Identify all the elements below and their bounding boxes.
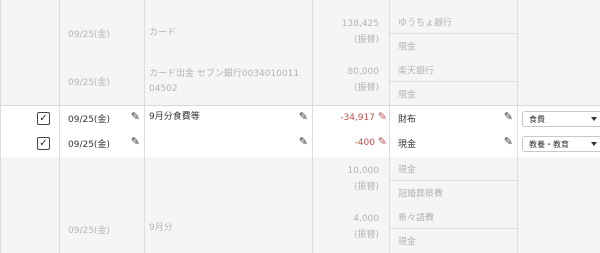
edit-description-pencil-icon[interactable]: ✎: [299, 135, 308, 148]
chevron-down-icon: [591, 117, 597, 121]
table-row[interactable]: 09/25(金) カード 138,425 (振替) ゆうちょ銀行 現金: [0, 10, 600, 58]
edit-date-pencil-icon[interactable]: ✎: [131, 135, 140, 148]
table-row[interactable]: 10,000 (振替) 現金 冠婚葬祭費: [0, 157, 600, 205]
row-checkbox[interactable]: ✓: [37, 137, 50, 150]
table-row[interactable]: 09/25(金) 9月分 4,000 (振替) 希々語費 現金: [0, 205, 600, 253]
amount-text: 80,000: [347, 67, 380, 77]
edit-date-pencil-icon[interactable]: ✎: [131, 110, 140, 123]
chevron-down-icon: [591, 142, 597, 146]
edit-amount-pencil-icon[interactable]: ✎: [378, 110, 387, 123]
edit-description-pencil-icon[interactable]: ✎: [299, 110, 308, 123]
category-value: 食費: [529, 115, 545, 124]
account-to: 現金: [398, 90, 417, 101]
date-text: 09/25(金): [68, 78, 110, 88]
date-text: 09/25(金): [68, 115, 110, 125]
transfer-label: (振替): [353, 182, 379, 192]
table-row[interactable]: ✓ 09/25(金) ✎ 9月分食費等 ✎ -34,917 ✎ 財布 ✎ 食費: [0, 105, 600, 133]
account-text: 財布: [398, 115, 417, 125]
row-checkbox[interactable]: ✓: [37, 112, 50, 125]
account-from: ゆうちょ銀行: [398, 18, 453, 28]
amount-text: 138,425: [341, 19, 379, 29]
date-text: 09/25(金): [68, 30, 110, 40]
edit-account-pencil-icon[interactable]: ✎: [504, 110, 513, 123]
amount-text: -400: [354, 138, 375, 148]
table-row[interactable]: 09/25(金) カード出金 セブン銀行0034010011 04502 80,…: [0, 58, 600, 106]
account-from: 現金: [398, 165, 417, 175]
amount-text: 10,000: [347, 166, 380, 176]
date-text: 09/25(金): [68, 226, 110, 236]
table-row: [0, 0, 600, 10]
amount-text: -34,917: [340, 113, 375, 123]
account-to: 現金: [398, 42, 417, 53]
edit-account-pencil-icon[interactable]: ✎: [504, 135, 513, 148]
category-value: 教養・教育: [529, 140, 569, 149]
transactions-table: 09/25(金) カード 138,425 (振替) ゆうちょ銀行 現金 09/2…: [0, 0, 600, 253]
date-text: 09/25(金): [68, 140, 110, 150]
account-from: 希々語費: [398, 213, 435, 223]
edit-amount-pencil-icon[interactable]: ✎: [378, 135, 387, 148]
table-row[interactable]: ✓ 09/25(金) ✎ ✎ -400 ✎ 現金 ✎ 教養・教育: [0, 131, 600, 158]
account-from: 楽天銀行: [398, 66, 435, 76]
description-text: 9月分: [149, 223, 173, 233]
transfer-label: (振替): [353, 35, 379, 45]
account-to: 冠婚葬祭費: [398, 189, 444, 200]
account-to: 現金: [398, 237, 417, 248]
category-select[interactable]: 教養・教育: [522, 136, 600, 152]
category-select[interactable]: 食費: [522, 111, 600, 127]
description-line1: カード出金 セブン銀行0034010011: [149, 69, 300, 79]
transfer-label: (振替): [353, 83, 379, 93]
description-text: カード: [149, 28, 177, 38]
amount-text: 4,000: [353, 214, 379, 224]
account-text: 現金: [398, 140, 417, 150]
description-line2: 04502: [149, 84, 178, 94]
transfer-label: (振替): [353, 230, 379, 240]
description-text: 9月分食費等: [149, 112, 200, 122]
